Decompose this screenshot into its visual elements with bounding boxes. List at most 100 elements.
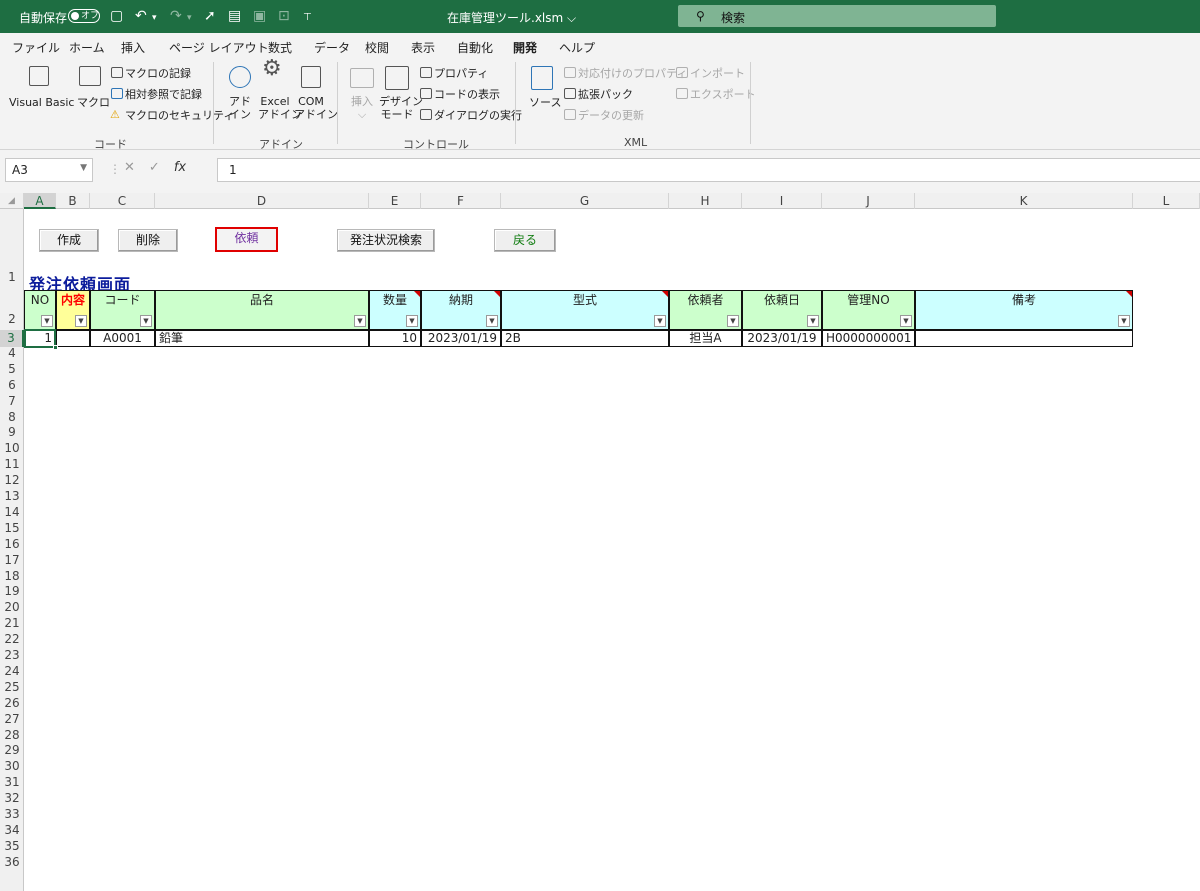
autosave-toggle[interactable]: オフ bbox=[68, 9, 100, 23]
search-box[interactable]: ⚲ 検索 bbox=[678, 5, 996, 27]
header-requester[interactable]: 依頼者 ▼ bbox=[669, 290, 742, 330]
picture-icon[interactable]: ▣ bbox=[253, 8, 266, 24]
column-header[interactable]: J bbox=[822, 193, 915, 209]
cell-due-date[interactable]: 2023/01/19 bbox=[421, 330, 501, 347]
properties-button[interactable]: プロパティ bbox=[434, 67, 488, 80]
map-properties-button[interactable]: 対応付けのプロパティ bbox=[578, 67, 687, 80]
cell-requester[interactable]: 担当A bbox=[669, 330, 742, 347]
select-objects-icon[interactable]: ▤ bbox=[228, 8, 241, 24]
pointer-icon[interactable]: ➚ bbox=[204, 8, 216, 24]
tab-help[interactable]: ヘルプ bbox=[559, 39, 595, 56]
filter-dropdown-icon[interactable]: ▼ bbox=[41, 315, 53, 327]
run-dialog-button[interactable]: ダイアログの実行 bbox=[434, 109, 522, 122]
row-header[interactable]: 21 bbox=[0, 617, 24, 630]
row-header[interactable]: 6 bbox=[0, 378, 24, 392]
redo-icon[interactable]: ↷ bbox=[170, 8, 182, 24]
relative-reference-button[interactable]: 相対参照で記録 bbox=[125, 88, 202, 101]
row-header[interactable]: 24 bbox=[0, 664, 24, 678]
lock-icon[interactable]: ⊡ bbox=[278, 8, 290, 24]
row-header[interactable]: 33 bbox=[0, 808, 24, 821]
header-management-no[interactable]: 管理NO ▼ bbox=[822, 290, 915, 330]
column-header[interactable]: L bbox=[1133, 193, 1200, 209]
column-header[interactable]: G bbox=[501, 193, 669, 209]
cancel-icon[interactable]: ✕ bbox=[124, 160, 149, 175]
expansion-packs-button[interactable]: 拡張パック bbox=[578, 88, 633, 101]
delete-button[interactable]: 削除 bbox=[118, 229, 178, 252]
row-header[interactable]: 8 bbox=[0, 410, 24, 424]
header-code[interactable]: コード ▼ bbox=[90, 290, 155, 330]
tab-view[interactable]: 表示 bbox=[411, 39, 435, 56]
row-header[interactable]: 11 bbox=[0, 458, 24, 471]
tab-home[interactable]: ホーム bbox=[69, 39, 105, 56]
row-header[interactable]: 15 bbox=[0, 521, 24, 535]
row-header[interactable]: 14 bbox=[0, 505, 24, 519]
tab-insert[interactable]: 挿入 bbox=[121, 39, 145, 56]
filter-dropdown-icon[interactable]: ▼ bbox=[354, 315, 366, 327]
name-box-dropdown-icon[interactable]: ▼ bbox=[80, 163, 87, 173]
tab-automate[interactable]: 自動化 bbox=[457, 39, 493, 56]
insert-function-icon[interactable]: fx bbox=[174, 160, 186, 175]
filter-dropdown-icon[interactable]: ▼ bbox=[807, 315, 819, 327]
row-header[interactable]: 29 bbox=[0, 744, 24, 757]
back-button[interactable]: 戻る bbox=[494, 229, 556, 252]
undo-dropdown-icon[interactable]: ▾ bbox=[152, 10, 157, 26]
xml-source-button[interactable]: ソース bbox=[529, 96, 561, 109]
record-macro-button[interactable]: マクロの記録 bbox=[125, 67, 191, 80]
tab-formulas[interactable]: 数式 bbox=[268, 39, 292, 56]
filter-dropdown-icon[interactable]: ▼ bbox=[727, 315, 739, 327]
addins-button[interactable]: アド イン bbox=[228, 95, 252, 121]
row-header[interactable]: 19 bbox=[0, 585, 24, 598]
row-header[interactable]: 16 bbox=[0, 537, 24, 551]
enter-icon[interactable]: ✓ bbox=[149, 160, 174, 175]
refresh-data-button[interactable]: データの更新 bbox=[578, 109, 644, 122]
column-header[interactable]: I bbox=[742, 193, 822, 209]
row-header[interactable]: 7 bbox=[0, 394, 24, 408]
export-button[interactable]: エクスポート bbox=[690, 88, 756, 101]
header-item-name[interactable]: 品名 ▼ bbox=[155, 290, 369, 330]
row-header[interactable]: 26 bbox=[0, 696, 24, 710]
row-header[interactable]: 27 bbox=[0, 712, 24, 726]
order-status-search-button[interactable]: 発注状況検索 bbox=[337, 229, 435, 252]
cell-management-no[interactable]: H0000000001 bbox=[822, 330, 915, 347]
filter-dropdown-icon[interactable]: ▼ bbox=[654, 315, 666, 327]
save-icon[interactable]: ▢ bbox=[110, 8, 123, 24]
import-button[interactable]: インポート bbox=[690, 67, 745, 80]
macro-security-button[interactable]: マクロのセキュリティ bbox=[125, 109, 234, 122]
row-header[interactable]: 2 bbox=[0, 313, 24, 326]
row-header[interactable]: 35 bbox=[0, 839, 24, 853]
header-request-date[interactable]: 依頼日 ▼ bbox=[742, 290, 822, 330]
redo-dropdown-icon[interactable]: ▾ bbox=[187, 10, 192, 26]
header-due-date[interactable]: 納期 ▼ bbox=[421, 290, 501, 330]
column-header[interactable]: A bbox=[24, 193, 56, 209]
cell-quantity[interactable]: 10 bbox=[369, 330, 421, 347]
row-header[interactable]: 22 bbox=[0, 633, 24, 646]
row-header[interactable]: 4 bbox=[0, 346, 24, 360]
customize-qat-icon[interactable]: ⊤ bbox=[303, 10, 312, 26]
tab-developer[interactable]: 開発 bbox=[513, 39, 538, 61]
filter-dropdown-icon[interactable]: ▼ bbox=[486, 315, 498, 327]
row-header[interactable]: 30 bbox=[0, 760, 24, 773]
row-header[interactable]: 28 bbox=[0, 728, 24, 742]
row-header[interactable]: 12 bbox=[0, 474, 24, 487]
row-header[interactable]: 34 bbox=[0, 823, 24, 837]
column-header[interactable]: B bbox=[56, 193, 90, 209]
tab-data[interactable]: データ bbox=[314, 39, 350, 56]
filter-dropdown-icon[interactable]: ▼ bbox=[1118, 315, 1130, 327]
com-addins-button[interactable]: COM アドイン bbox=[294, 95, 338, 121]
row-header[interactable]: 32 bbox=[0, 792, 24, 805]
row-header[interactable]: 20 bbox=[0, 601, 24, 614]
visual-basic-button[interactable]: Visual Basic bbox=[9, 96, 74, 109]
formula-input[interactable]: 1 bbox=[217, 158, 1200, 182]
name-box[interactable]: A3 ▼ bbox=[5, 158, 93, 182]
row-header[interactable]: 31 bbox=[0, 776, 24, 789]
column-header[interactable]: K bbox=[915, 193, 1133, 209]
request-button[interactable]: 依頼 bbox=[215, 227, 278, 252]
row-header[interactable]: 10 bbox=[0, 442, 24, 455]
cell-naiyo[interactable] bbox=[56, 330, 90, 347]
row-header[interactable]: 5 bbox=[0, 362, 24, 376]
cell-remarks[interactable] bbox=[915, 330, 1133, 347]
file-name[interactable]: 在庫管理ツール.xlsm ⌵ bbox=[447, 9, 576, 26]
row-header[interactable]: 9 bbox=[0, 426, 24, 439]
cell-code[interactable]: A0001 bbox=[90, 330, 155, 347]
row-header[interactable]: 25 bbox=[0, 680, 24, 694]
